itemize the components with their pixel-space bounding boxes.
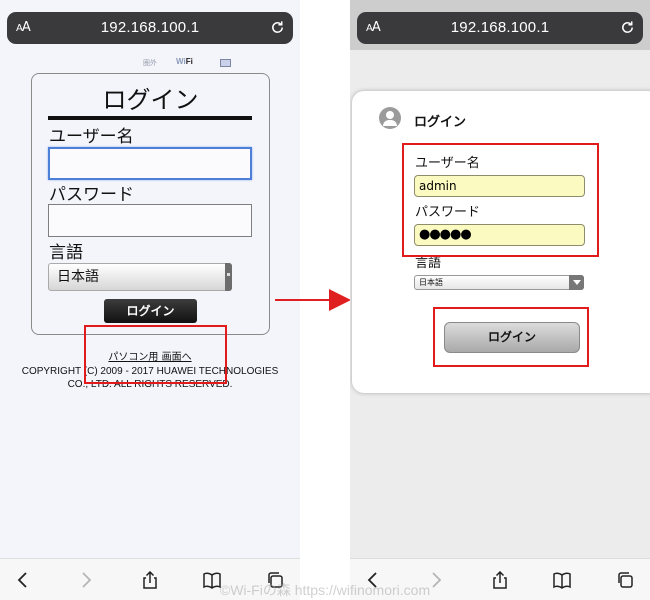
password-label: パスワード bbox=[49, 185, 134, 205]
username-input[interactable] bbox=[48, 147, 252, 180]
address-bar[interactable]: AA 192.168.100.1 bbox=[7, 12, 293, 44]
user-icon bbox=[379, 107, 401, 129]
login-title: ログイン bbox=[414, 115, 467, 130]
address-bar-area: AA 192.168.100.1 bbox=[350, 0, 650, 50]
left-phone-screen: AA 192.168.100.1 圏外 WiFi ログイン ユーザー名 パスワー… bbox=[0, 0, 300, 600]
reload-icon[interactable] bbox=[270, 20, 285, 35]
reload-icon[interactable] bbox=[620, 20, 635, 35]
highlight-login-button bbox=[433, 307, 589, 367]
status-icons: 圏外 WiFi bbox=[0, 57, 300, 71]
login-button[interactable]: ログイン bbox=[104, 299, 197, 323]
transition-arrow-line bbox=[275, 299, 333, 301]
language-label: 言語 bbox=[49, 243, 83, 263]
outside-service-label: 圏外 bbox=[143, 60, 157, 67]
address-bar[interactable]: AA 192.168.100.1 bbox=[357, 12, 643, 44]
watermark: ©Wi-Fiの森 https://wifinomori.com bbox=[219, 582, 431, 598]
login-form: ログイン ユーザー名 パスワード 言語 日本語 ログイン bbox=[31, 73, 270, 335]
address-bar-area: AA 192.168.100.1 bbox=[0, 0, 300, 50]
language-select[interactable]: 日本語 bbox=[414, 275, 584, 290]
title-divider bbox=[48, 116, 252, 120]
highlight-credentials bbox=[402, 143, 599, 257]
transition-arrow-icon bbox=[329, 289, 351, 311]
password-input[interactable] bbox=[48, 204, 252, 237]
language-select[interactable]: 日本語 bbox=[48, 263, 232, 291]
chevron-down-icon bbox=[569, 275, 584, 290]
username-label: ユーザー名 bbox=[49, 127, 134, 147]
pc-icon bbox=[220, 59, 231, 67]
wifi-label: WiFi bbox=[176, 57, 193, 66]
highlight-pc-link bbox=[84, 325, 227, 384]
url-text: 192.168.100.1 bbox=[100, 19, 200, 36]
right-phone-screen: AA 192.168.100.1 ログイン ユーザー名 admin パスワード … bbox=[350, 0, 650, 600]
chevron-down-icon bbox=[225, 263, 232, 291]
login-title: ログイン bbox=[102, 86, 199, 114]
url-text: 192.168.100.1 bbox=[450, 19, 550, 36]
